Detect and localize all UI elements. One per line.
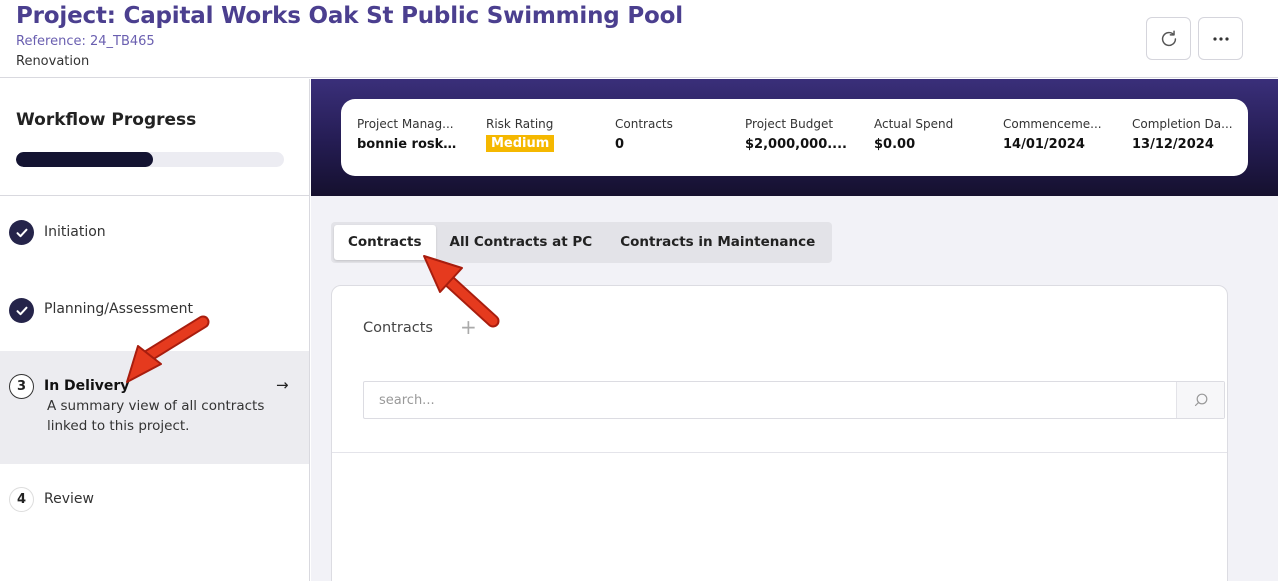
workflow-step-in-delivery[interactable]: 3 In Delivery → A summary view of all co… (0, 351, 309, 464)
project-summary-banner: Project Manag... bonnie rosk... Risk Rat… (311, 79, 1278, 196)
tab-contracts-in-maintenance[interactable]: Contracts in Maintenance (606, 225, 829, 260)
refresh-button[interactable] (1146, 17, 1191, 60)
summary-completion-date: Completion Da... 13/12/2024 (1132, 117, 1237, 152)
tab-contracts[interactable]: Contracts (334, 225, 436, 260)
summary-label: Contracts (615, 117, 673, 131)
more-options-button[interactable] (1198, 17, 1243, 60)
summary-value: $2,000,000.... (745, 137, 847, 152)
summary-commencement: Commenceme... 14/01/2024 (1003, 117, 1108, 152)
project-reference: Reference: 24_TB465 (16, 34, 155, 49)
summary-value: 14/01/2024 (1003, 137, 1085, 152)
project-type: Renovation (16, 54, 90, 69)
contracts-tab-bar: Contracts All Contracts at PC Contracts … (331, 222, 833, 263)
summary-label: Project Budget (745, 117, 834, 131)
workflow-step-label: Planning/Assessment (44, 301, 194, 317)
contracts-search (363, 381, 1225, 419)
page-header: Project: Capital Works Oak St Public Swi… (0, 0, 1278, 78)
summary-risk-rating: Risk Rating Medium (486, 117, 586, 152)
workflow-progress-fill (16, 152, 153, 167)
step-number-badge: 3 (9, 374, 34, 399)
page: Project: Capital Works Oak St Public Swi… (0, 0, 1278, 581)
check-icon (9, 220, 34, 245)
summary-contracts: Contracts 0 (615, 117, 715, 152)
summary-value: $0.00 (874, 137, 916, 152)
workflow-sidebar: Workflow Progress Initiation Planning/As… (0, 79, 310, 581)
summary-label: Commenceme... (1003, 117, 1102, 131)
summary-value: 13/12/2024 (1132, 137, 1214, 152)
main-content: Contracts All Contracts at PC Contracts … (311, 196, 1278, 581)
workflow-progress-title: Workflow Progress (16, 110, 197, 130)
add-contract-button[interactable]: + (460, 315, 477, 339)
tab-all-contracts-at-pc[interactable]: All Contracts at PC (436, 225, 607, 260)
step-number-badge: 4 (9, 487, 34, 512)
refresh-icon (1161, 29, 1176, 46)
summary-value: 0 (615, 137, 625, 152)
contracts-panel-title: Contracts (363, 320, 433, 336)
arrow-right-icon: → (276, 376, 289, 394)
contracts-panel: Contracts + (331, 285, 1228, 581)
summary-project-manager: Project Manag... bonnie rosk... (357, 117, 457, 152)
workflow-progress-bar (16, 152, 284, 167)
workflow-step-label: In Delivery (44, 378, 130, 394)
summary-label: Project Manag... (357, 117, 454, 131)
search-icon (1194, 393, 1207, 407)
panel-divider (332, 452, 1227, 453)
check-icon (9, 298, 34, 323)
workflow-step-planning[interactable]: Planning/Assessment (0, 274, 309, 346)
summary-label: Completion Da... (1132, 117, 1233, 131)
summary-label: Risk Rating (486, 117, 554, 131)
workflow-progress-box: Workflow Progress (0, 79, 309, 196)
workflow-step-initiation[interactable]: Initiation (0, 197, 309, 269)
summary-actual-spend: Actual Spend $0.00 (874, 117, 974, 152)
project-summary-card: Project Manag... bonnie rosk... Risk Rat… (341, 99, 1248, 176)
more-horizontal-icon (1212, 36, 1229, 41)
search-input[interactable] (364, 382, 1176, 418)
summary-value: bonnie rosk... (357, 137, 457, 152)
search-button[interactable] (1176, 382, 1224, 418)
page-title: Project: Capital Works Oak St Public Swi… (16, 3, 683, 29)
workflow-step-description: A summary view of all contracts linked t… (47, 398, 265, 434)
workflow-step-review[interactable]: 4 Review (0, 469, 309, 529)
workflow-step-label: Review (44, 491, 94, 507)
summary-label: Actual Spend (874, 117, 954, 131)
summary-project-budget: Project Budget $2,000,000.... (745, 117, 850, 152)
workflow-step-label: Initiation (44, 224, 106, 240)
risk-rating-badge: Medium (486, 135, 555, 152)
